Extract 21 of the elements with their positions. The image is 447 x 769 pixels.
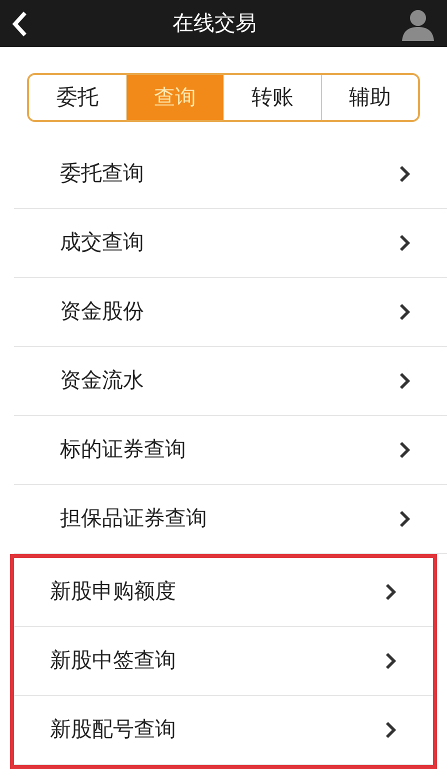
chevron-right-icon (385, 652, 397, 670)
menu-item[interactable]: 资金股份 (14, 278, 447, 347)
back-icon[interactable] (12, 10, 28, 36)
chevron-right-icon (399, 372, 411, 390)
menu-item[interactable]: 新股中签查询 (14, 627, 433, 696)
chevron-right-icon (399, 510, 411, 528)
chevron-right-icon (399, 303, 411, 321)
menu-item[interactable]: 成交查询 (14, 209, 447, 278)
chevron-right-icon (399, 234, 411, 252)
menu-item[interactable]: 新股申购额度 (14, 558, 433, 627)
chevron-right-icon (399, 441, 411, 459)
menu-item[interactable]: 担保品证券查询 (14, 485, 447, 554)
menu-item[interactable]: 资金流水 (14, 347, 447, 416)
tab[interactable]: 辅助 (320, 75, 418, 120)
chevron-right-icon (385, 583, 397, 601)
chevron-right-icon (399, 165, 411, 183)
menu-item[interactable]: 标的证券查询 (14, 416, 447, 485)
menu-item[interactable]: 新股配号查询 (14, 696, 433, 765)
header-title: 在线交易 (172, 10, 256, 37)
menu-item[interactable]: 委托查询 (14, 140, 447, 209)
chevron-right-icon (385, 721, 397, 739)
